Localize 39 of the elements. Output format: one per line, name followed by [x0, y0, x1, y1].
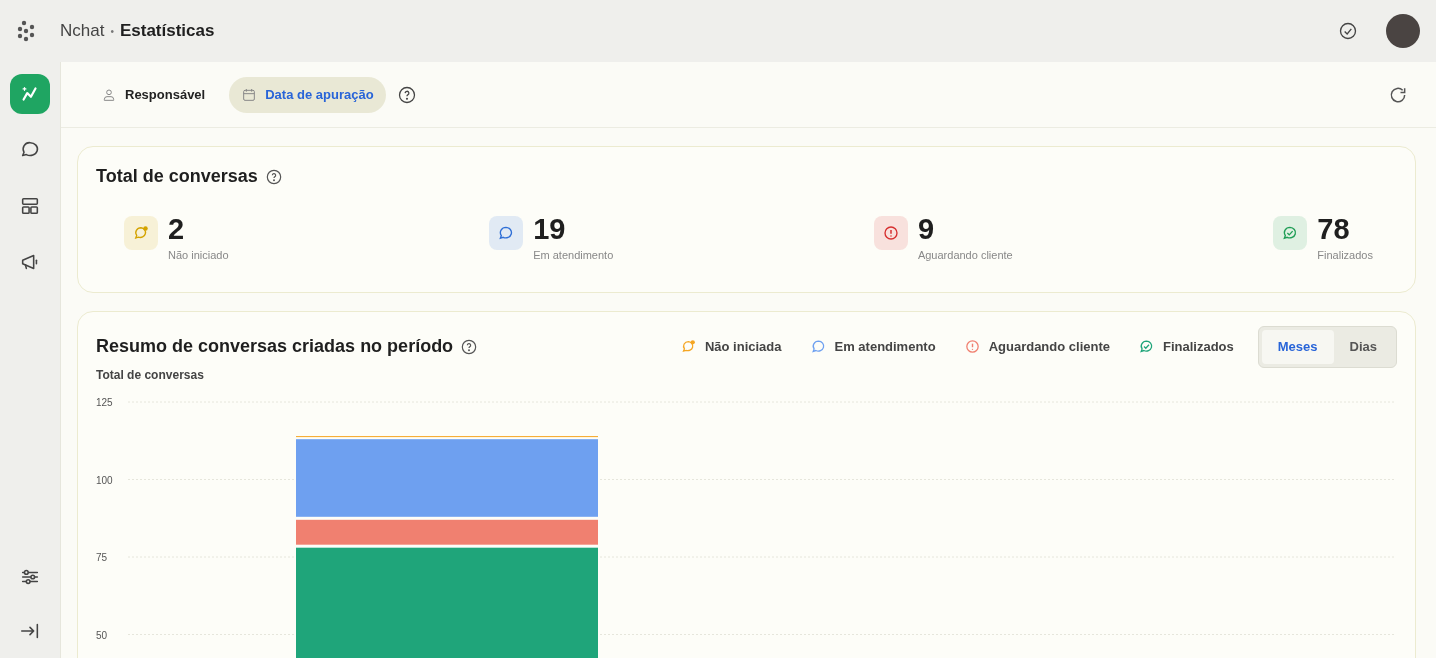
count-value: 2 — [168, 214, 186, 244]
card-title: Resumo de conversas criadas no período — [96, 335, 454, 358]
check-chat-icon — [1138, 338, 1155, 355]
axis-title: Total de conversas — [96, 366, 205, 384]
filter-tab[interactable]: Data de apuração — [229, 76, 386, 113]
count-value: 19 — [533, 214, 567, 244]
page-title: Estatísticas — [119, 20, 215, 43]
legend-label: Finalizados — [1163, 337, 1234, 356]
count-value: 78 — [1317, 214, 1351, 244]
count-label: Finalizados — [1317, 248, 1373, 263]
help-icon[interactable] — [461, 338, 478, 355]
avatar[interactable] — [1386, 14, 1420, 48]
app-name[interactable]: Nchat — [60, 18, 105, 44]
period-tab[interactable]: Dias — [1333, 329, 1393, 364]
layout-icon — [19, 195, 41, 217]
person-icon — [101, 86, 117, 103]
card-title: Total de conversas — [96, 165, 258, 188]
y-tick-label: 125 — [96, 396, 113, 408]
check-circle-icon[interactable] — [1338, 21, 1358, 41]
legend-label: Não iniciada — [704, 337, 782, 356]
count-value: 9 — [917, 214, 936, 244]
period-tab[interactable]: Meses — [1261, 329, 1334, 364]
count-label: Em atendimento — [533, 248, 614, 263]
alert-icon — [881, 224, 900, 242]
count-label: Não iniciado — [168, 248, 229, 263]
alert-icon — [963, 338, 981, 355]
new-chat-icon — [132, 224, 150, 242]
legend-label: Em atendimento — [834, 337, 936, 356]
y-tick-label: 75 — [96, 551, 108, 563]
calendar-icon — [241, 86, 258, 103]
filter-tab[interactable]: Responsável — [89, 76, 218, 113]
help-icon[interactable] — [265, 168, 282, 185]
y-tick-label: 50 — [96, 629, 108, 640]
chat-icon — [809, 338, 827, 355]
breadcrumb-separator: • — [110, 24, 114, 39]
y-tick-label: 100 — [96, 474, 113, 485]
help-icon[interactable] — [397, 85, 416, 104]
legend-label: Aguardando cliente — [988, 337, 1110, 356]
count-label: Aguardando cliente — [917, 248, 1013, 263]
